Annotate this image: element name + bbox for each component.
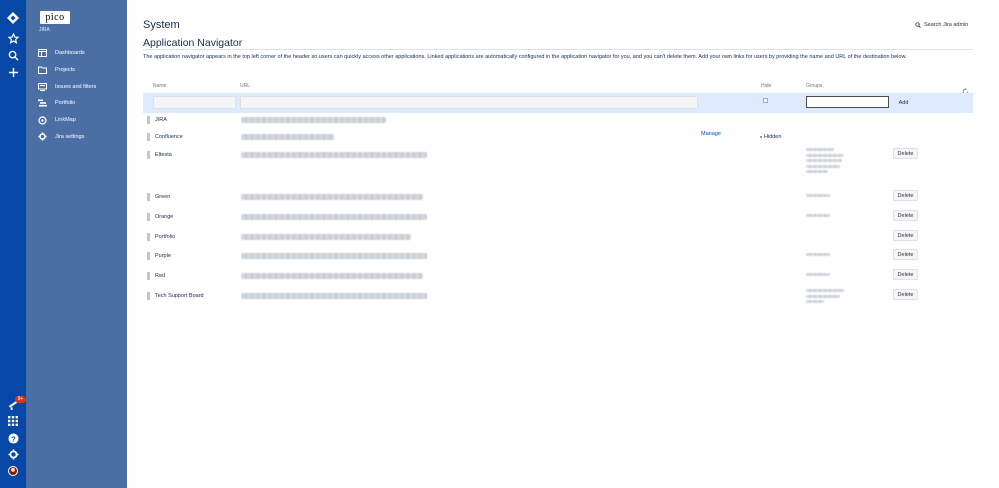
global-navigation-rail: 9+ ? (0, 0, 26, 488)
delete-button[interactable]: Delete (893, 289, 918, 300)
create-plus-icon[interactable] (7, 66, 19, 78)
drag-handle[interactable] (147, 233, 150, 241)
page-title: System (143, 19, 180, 31)
groups-redacted (806, 194, 846, 200)
jira-logo-icon[interactable] (7, 12, 19, 24)
search-jira-admin-link[interactable]: Search Jira admin (915, 22, 968, 28)
groups-input[interactable] (806, 96, 889, 108)
sidebar-item-issues-and-filters[interactable]: Issues and filters (38, 78, 123, 95)
search-admin-label: Search Jira admin (924, 22, 969, 28)
jira-admin-page: 9+ ? pico JIRA Dashboards Projects Issue… (0, 0, 999, 488)
name-input[interactable] (153, 96, 236, 109)
delete-button[interactable]: Delete (893, 190, 918, 201)
link-name: Red (155, 273, 166, 279)
linkmap-icon (38, 115, 47, 125)
sidebar-item-label: Issues and filters (55, 83, 97, 90)
drag-handle[interactable] (147, 193, 150, 201)
sidebar-item-dashboards[interactable]: Dashboards (38, 45, 123, 62)
link-url-redacted (241, 253, 427, 259)
link-url-redacted (241, 234, 411, 240)
link-url-redacted (241, 194, 423, 200)
issues-icon (38, 82, 47, 91)
link-url-redacted (241, 273, 423, 279)
star-icon[interactable] (7, 32, 19, 44)
sidebar-item-label: Projects (55, 67, 75, 74)
project-logo: pico (40, 11, 70, 24)
drag-handle[interactable] (147, 213, 150, 221)
gear-icon (38, 132, 47, 141)
sidebar-item-label: Jira settings (55, 133, 85, 140)
link-name: Confluence (155, 134, 183, 140)
column-header-hide: Hide (761, 83, 772, 89)
delete-button[interactable]: Delete (893, 148, 918, 159)
column-header-groups: Groups (806, 83, 823, 89)
column-header-url: URL (240, 83, 251, 89)
url-input[interactable] (240, 96, 698, 109)
column-header-name: Name (153, 83, 167, 89)
hidden-status: Hidden (760, 134, 781, 140)
link-name: Tech Support Board (155, 293, 204, 299)
drag-handle[interactable] (147, 252, 150, 260)
link-name: Portfolio (155, 234, 176, 240)
sidebar-item-linkmap[interactable]: LinkMap (38, 112, 123, 129)
drag-handle[interactable] (147, 272, 150, 280)
sidebar-item-portfolio[interactable]: Portfolio (38, 95, 123, 112)
drag-handle[interactable] (147, 151, 150, 159)
link-name: Green (155, 194, 171, 200)
help-icon[interactable]: ? (7, 432, 19, 444)
drag-handle[interactable] (147, 292, 150, 300)
delete-button[interactable]: Delete (893, 249, 918, 260)
divider (143, 49, 973, 50)
link-url-redacted (241, 134, 334, 140)
hide-checkbox[interactable] (763, 98, 768, 103)
portfolio-icon (38, 99, 47, 108)
link-url-redacted (241, 293, 427, 299)
sidebar-item-label: Dashboards (55, 50, 85, 57)
link-url-redacted (241, 214, 427, 220)
groups-redacted (806, 273, 846, 279)
manage-link[interactable]: Manage (701, 131, 721, 137)
add-button[interactable]: Add (894, 97, 913, 108)
notification-count-badge: 9+ (15, 396, 26, 403)
link-url-redacted (241, 152, 427, 158)
groups-redacted (806, 148, 846, 176)
section-title: Application Navigator (143, 37, 243, 49)
drag-handle[interactable] (147, 116, 150, 124)
sidebar-item-jira-settings[interactable]: Jira settings (38, 128, 123, 145)
user-avatar[interactable] (8, 466, 18, 476)
dashboard-icon (38, 49, 47, 58)
logo-text: pico (45, 11, 65, 23)
folder-icon (38, 66, 47, 75)
project-sidebar: pico JIRA Dashboards Projects Issues and… (26, 0, 127, 488)
search-icon[interactable] (7, 49, 19, 61)
sidebar-item-projects[interactable]: Projects (38, 62, 123, 79)
link-name: Eltesta (155, 152, 172, 158)
svg-text:?: ? (11, 434, 16, 443)
sidebar-nav: Dashboards Projects Issues and filters P… (38, 45, 123, 145)
app-switcher-icon[interactable] (7, 415, 19, 427)
hidden-bullet (760, 136, 762, 138)
groups-redacted (806, 253, 846, 259)
hidden-label: Hidden (764, 134, 782, 140)
search-icon (915, 22, 921, 28)
sidebar-item-label: LinkMap (55, 117, 76, 124)
sidebar-item-label: Portfolio (55, 100, 76, 107)
delete-button[interactable]: Delete (893, 230, 918, 241)
section-description: The application navigator appears in the… (143, 54, 907, 60)
delete-button[interactable]: Delete (893, 210, 918, 221)
link-name: JIRA (155, 117, 167, 123)
link-name: Purple (155, 253, 171, 259)
groups-redacted (806, 214, 846, 220)
groups-redacted (806, 289, 846, 306)
project-name: JIRA (39, 27, 50, 33)
link-url-redacted (241, 117, 386, 123)
main-content: System Search Jira admin Application Nav… (143, 0, 973, 488)
link-name: Orange (155, 214, 174, 220)
settings-gear-icon[interactable] (7, 448, 19, 460)
drag-handle[interactable] (147, 133, 150, 141)
add-link-row: Add (143, 93, 973, 113)
delete-button[interactable]: Delete (893, 269, 918, 280)
